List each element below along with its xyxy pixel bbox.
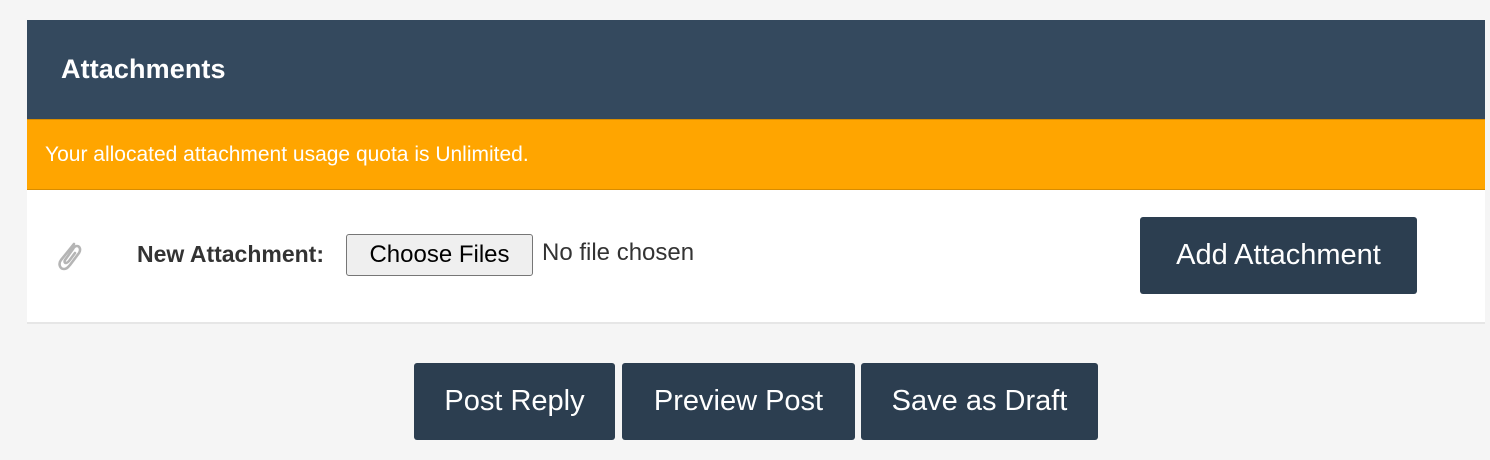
paperclip-icon [58, 242, 82, 271]
new-attachment-label: New Attachment: [137, 241, 324, 267]
no-file-chosen-text: No file chosen [542, 239, 695, 266]
save-draft-button[interactable]: Save as Draft [861, 363, 1098, 440]
add-attachment-button[interactable]: Add Attachment [1140, 217, 1417, 294]
choose-files-button[interactable]: Choose Files [346, 234, 533, 276]
post-reply-button[interactable]: Post Reply [414, 363, 615, 440]
attachments-header: Attachments [27, 20, 1485, 119]
preview-post-button[interactable]: Preview Post [622, 363, 855, 440]
attachments-title: Attachments [61, 54, 226, 84]
quota-message: Your allocated attachment usage quota is… [45, 142, 529, 166]
quota-notice: Your allocated attachment usage quota is… [27, 119, 1485, 190]
new-attachment-row: New Attachment: Choose Files No file cho… [27, 190, 1485, 322]
attachments-panel: Attachments Your allocated attachment us… [27, 20, 1485, 322]
